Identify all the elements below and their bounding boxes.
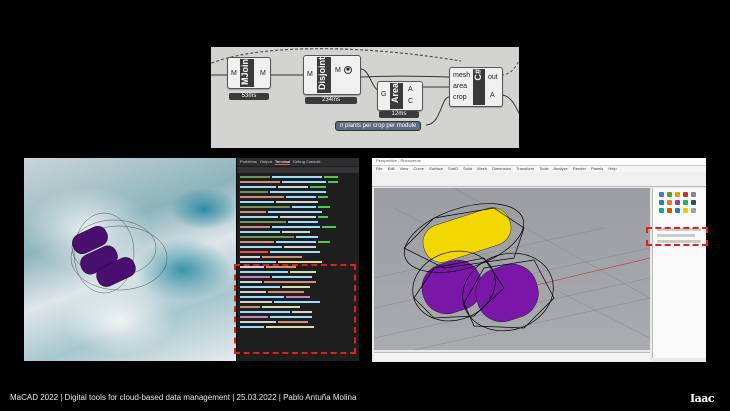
highlight-box-terminal: [234, 264, 356, 354]
tab-output[interactable]: Output: [260, 159, 272, 165]
rhino-title-bar: Perspective - Rhinoceros: [372, 158, 706, 166]
tab-terminal[interactable]: Terminal: [274, 159, 291, 165]
menu-item-tools[interactable]: Tools: [539, 166, 548, 171]
satellite-map-view[interactable]: [24, 158, 236, 361]
tool-icon[interactable]: [675, 192, 680, 197]
csharp-script-component[interactable]: mesh area crop C# out A: [449, 67, 503, 107]
csharp-input-crop[interactable]: crop: [453, 94, 467, 101]
mjoin-input-port[interactable]: M: [231, 70, 237, 77]
mjoin-timer: 53ms: [229, 93, 269, 100]
rhino-properties-panel[interactable]: [652, 188, 706, 358]
area-output-c[interactable]: C: [408, 98, 413, 105]
tool-icon[interactable]: [667, 200, 672, 205]
tab-problems[interactable]: Problems: [240, 159, 257, 165]
tool-icon[interactable]: [683, 200, 688, 205]
menu-item-view[interactable]: View: [400, 166, 409, 171]
tab-debug-console[interactable]: Debug Console: [293, 159, 321, 165]
menu-item-curve[interactable]: Curve: [413, 166, 424, 171]
menu-item-solid[interactable]: Solid: [463, 166, 472, 171]
disjoint-title: Disjoint: [317, 57, 331, 93]
plants-per-crop-param[interactable]: n plants per crop per module: [335, 121, 422, 131]
tool-icon[interactable]: [683, 208, 688, 213]
menu-item-subd[interactable]: SubD: [448, 166, 458, 171]
menu-item-mesh[interactable]: Mesh: [477, 166, 487, 171]
csharp-title: C#: [473, 69, 485, 105]
menu-item-edit[interactable]: Edit: [388, 166, 395, 171]
csharp-input-mesh[interactable]: mesh: [453, 72, 470, 79]
gear-icon[interactable]: ✱: [344, 66, 352, 74]
terminal-tabs: Problems Output Terminal Debug Console: [237, 158, 359, 166]
slide-footer-caption: MaCAD 2022 | Digital tools for cloud-bas…: [10, 393, 357, 402]
menu-item-panels[interactable]: Panels: [591, 166, 603, 171]
tool-icon[interactable]: [691, 192, 696, 197]
mjoin-component[interactable]: M MJoin M: [227, 57, 271, 89]
area-output-a[interactable]: A: [408, 86, 413, 93]
tool-icon[interactable]: [691, 200, 696, 205]
menu-item-help[interactable]: Help: [608, 166, 616, 171]
csharp-input-area[interactable]: area: [453, 83, 467, 90]
disjoint-timer: 234ms: [305, 97, 357, 104]
tool-icon[interactable]: [659, 192, 664, 197]
area-input-port[interactable]: G: [381, 91, 386, 98]
rhino-viewport[interactable]: [374, 188, 650, 350]
tool-icon[interactable]: [675, 208, 680, 213]
menu-item-render[interactable]: Render: [573, 166, 586, 171]
disjoint-input-port[interactable]: M: [307, 71, 313, 78]
rhino-status-bar: [374, 352, 650, 361]
tool-icon[interactable]: [659, 208, 664, 213]
highlight-box-rhino: [646, 227, 708, 246]
menu-item-file[interactable]: File: [376, 166, 382, 171]
tool-icon[interactable]: [659, 200, 664, 205]
mesh-overlay: [70, 212, 168, 294]
disjoint-output-port[interactable]: M: [335, 67, 341, 74]
area-timer: 12ms: [379, 111, 419, 118]
disjoint-component[interactable]: M Disjoint M ✱: [303, 55, 361, 95]
mjoin-output-port[interactable]: M: [260, 70, 266, 77]
menu-item-analyze[interactable]: Analyze: [553, 166, 567, 171]
csharp-output-a[interactable]: A: [490, 92, 495, 99]
tool-icon[interactable]: [691, 208, 696, 213]
grasshopper-canvas[interactable]: M MJoin M 53ms M Disjoint M ✱ 234ms G Ar…: [211, 47, 519, 148]
menu-item-surface[interactable]: Surface: [429, 166, 443, 171]
tool-icon[interactable]: [667, 192, 672, 197]
viewport-geometry: [374, 188, 650, 350]
area-component[interactable]: G Area A C: [377, 81, 423, 111]
area-title: Area: [390, 83, 403, 109]
tool-icon[interactable]: [683, 192, 688, 197]
tool-icon[interactable]: [675, 200, 680, 205]
rhino-toolbar[interactable]: [372, 172, 706, 187]
iaac-logo: Iaac: [690, 392, 715, 405]
mjoin-title: MJoin: [240, 59, 254, 87]
tool-icon[interactable]: [667, 208, 672, 213]
menu-item-transform[interactable]: Transform: [516, 166, 534, 171]
terminal-toolbar: [237, 167, 359, 173]
csharp-output-out[interactable]: out: [488, 74, 498, 81]
rhino-window[interactable]: Perspective - Rhinoceros File Edit View …: [372, 158, 706, 362]
menu-item-dimension[interactable]: Dimension: [492, 166, 511, 171]
